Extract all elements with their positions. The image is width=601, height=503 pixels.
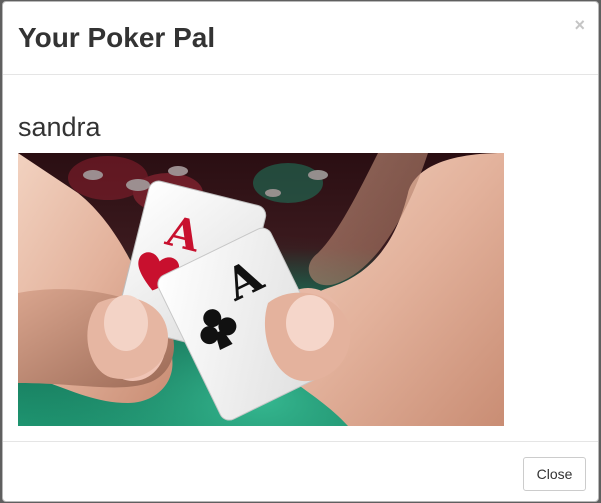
poker-pal-modal: Your Poker Pal × sandra A A Close [2, 1, 599, 502]
modal-title: Your Poker Pal [18, 22, 216, 53]
modal-body: sandra A A [3, 75, 598, 441]
poker-aces-photo: A A [18, 153, 504, 426]
player-name: sandra [18, 112, 101, 142]
close-icon[interactable]: × [574, 15, 585, 35]
close-button[interactable]: Close [523, 457, 586, 491]
modal-header: Your Poker Pal × [3, 2, 598, 75]
modal-footer: Close [3, 441, 598, 501]
